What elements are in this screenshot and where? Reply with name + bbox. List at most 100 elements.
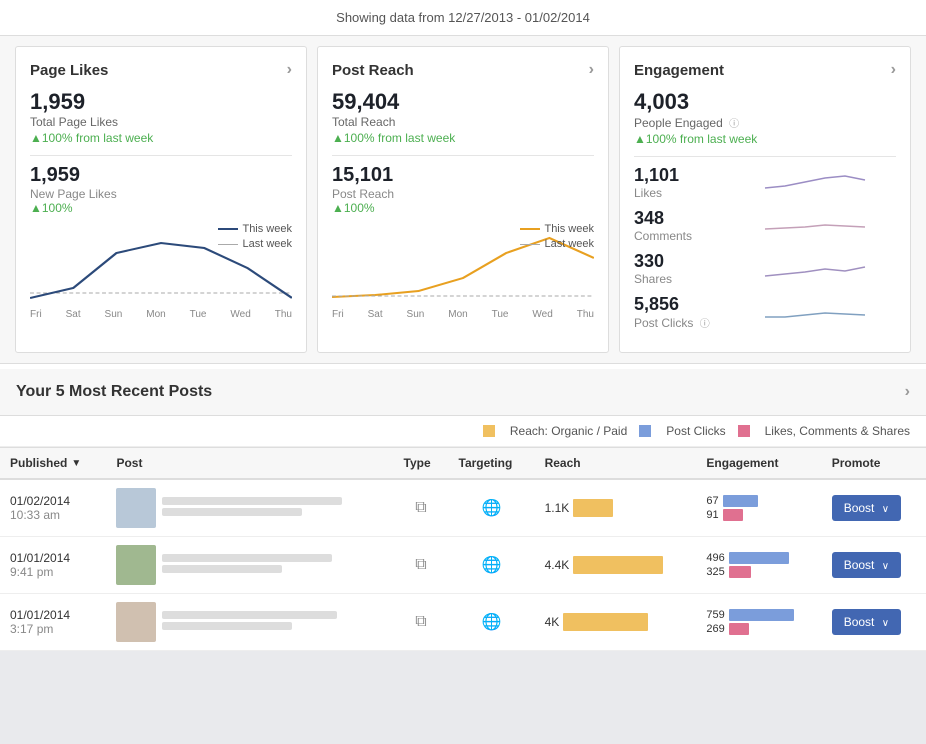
targeting-globe-icon-1: 🌐 xyxy=(459,498,525,518)
type-header: Type xyxy=(394,448,449,480)
posts-legend-bar: Reach: Organic / Paid Post Clicks Likes,… xyxy=(0,416,926,447)
recent-posts-arrow-icon[interactable]: › xyxy=(905,383,910,401)
total-page-likes-number: 1,959 xyxy=(30,89,292,115)
reach-cell-2: 4.4K xyxy=(535,537,697,594)
this-week-line-icon xyxy=(218,228,238,230)
post-reach-label: Post Reach xyxy=(332,187,594,201)
published-sort-icon: ▼ xyxy=(71,458,81,469)
published-cell-2: 01/01/2014 9:41 pm xyxy=(0,537,106,594)
post-reach-change: ▲100% xyxy=(332,201,594,215)
targeting-cell-3: 🌐 xyxy=(449,594,535,651)
table-row: 01/01/2014 9:41 pm ⧉ xyxy=(0,537,926,594)
post-reach-number: 15,101 xyxy=(332,164,594,187)
reach-bar-3 xyxy=(563,613,648,631)
likes-comments-shares-legend-label: Likes, Comments & Shares xyxy=(765,424,910,438)
date-range-text: Showing data from 12/27/2013 - 01/02/201… xyxy=(336,10,590,25)
promote-header: Promote xyxy=(822,448,926,480)
promote-cell-3: Boost ∨ xyxy=(822,594,926,651)
reach-bar-1 xyxy=(573,499,613,517)
post-clicks-legend-label: Post Clicks xyxy=(666,424,725,438)
people-engaged-change: ▲100% from last week xyxy=(634,132,896,146)
likes-mini-chart xyxy=(734,168,896,198)
targeting-cell-2: 🌐 xyxy=(449,537,535,594)
eng-bar-blue-1 xyxy=(723,495,758,507)
date-range-header: Showing data from 12/27/2013 - 01/02/201… xyxy=(0,0,926,36)
eng-bar-blue-3 xyxy=(729,609,794,621)
eng-top-value-3: 759 xyxy=(706,609,724,621)
shares-row: 330 Shares xyxy=(634,251,896,286)
page-likes-title: Page Likes › xyxy=(30,61,292,79)
post-thumbnail-1 xyxy=(116,488,156,528)
published-cell-1: 01/02/2014 10:33 am xyxy=(0,479,106,537)
shares-number: 330 xyxy=(634,251,734,272)
engagement-card: Engagement › 4,003 People Engaged ⓘ ▲100… xyxy=(619,46,911,353)
post-clicks-legend-color xyxy=(639,425,651,437)
recent-posts-title: Your 5 Most Recent Posts xyxy=(16,383,212,401)
eng-bar-pink-3 xyxy=(729,623,749,635)
reach-cell-1: 1.1K xyxy=(535,479,697,537)
engagement-cell-1: 67 91 xyxy=(696,479,821,537)
stats-row: Page Likes › 1,959 Total Page Likes ▲100… xyxy=(0,36,926,364)
page-likes-card: Page Likes › 1,959 Total Page Likes ▲100… xyxy=(15,46,307,353)
post-clicks-row: 5,856 Post Clicks ⓘ xyxy=(634,294,896,330)
reach-legend-label: Reach: Organic / Paid xyxy=(510,424,627,438)
eng-top-value-1: 67 xyxy=(706,495,718,507)
boost-button-3[interactable]: Boost ∨ xyxy=(832,609,901,635)
eng-bar-blue-2 xyxy=(729,552,789,564)
boost-chevron-2: ∨ xyxy=(882,561,889,572)
published-cell-3: 01/01/2014 3:17 pm xyxy=(0,594,106,651)
targeting-cell-1: 🌐 xyxy=(449,479,535,537)
table-header-row: Published ▼ Post Type Targeting Reach En… xyxy=(0,448,926,480)
boost-button-2[interactable]: Boost ∨ xyxy=(832,552,901,578)
page-likes-x-axis: Fri Sat Sun Mon Tue Wed Thu xyxy=(30,309,292,320)
post-reach-card: Post Reach › 59,404 Total Reach ▲100% fr… xyxy=(317,46,609,353)
boost-button-1[interactable]: Boost ∨ xyxy=(832,495,901,521)
this-week-orange-icon xyxy=(520,228,540,230)
post-clicks-label: Post Clicks ⓘ xyxy=(634,315,734,330)
engagement-cell-2: 496 325 xyxy=(696,537,821,594)
post-clicks-info-icon: ⓘ xyxy=(700,319,710,330)
post-reach-last-week-icon xyxy=(520,244,540,245)
recent-posts-section: Your 5 Most Recent Posts › Reach: Organi… xyxy=(0,369,926,651)
this-week-label: This week xyxy=(242,223,292,235)
eng-bot-value-3: 269 xyxy=(706,623,724,635)
post-clicks-mini-chart xyxy=(734,297,896,327)
comments-number: 348 xyxy=(634,208,734,229)
recent-posts-header: Your 5 Most Recent Posts › xyxy=(0,369,926,416)
post-reach-arrow-icon[interactable]: › xyxy=(589,61,594,79)
table-row: 01/01/2014 3:17 pm ⧉ xyxy=(0,594,926,651)
engagement-arrow-icon[interactable]: › xyxy=(891,61,896,79)
type-cell-2: ⧉ xyxy=(394,537,449,594)
post-reach-x-axis: Fri Sat Sun Mon Tue Wed Thu xyxy=(332,309,594,320)
post-cell-1 xyxy=(106,479,393,537)
post-reach-legend: This week Last week xyxy=(520,223,594,250)
post-cell-2 xyxy=(106,537,393,594)
eng-top-value-2: 496 xyxy=(706,552,724,564)
total-page-likes-change: ▲100% from last week xyxy=(30,131,292,145)
boost-chevron-3: ∨ xyxy=(882,618,889,629)
last-week-line-icon xyxy=(218,244,238,245)
likes-legend-color xyxy=(738,425,750,437)
published-header[interactable]: Published ▼ xyxy=(0,448,106,480)
people-engaged-number: 4,003 xyxy=(634,89,896,115)
reach-value-2: 4.4K xyxy=(545,558,570,572)
reach-value-1: 1.1K xyxy=(545,501,570,515)
engagement-cell-3: 759 269 xyxy=(696,594,821,651)
eng-bar-pink-2 xyxy=(729,566,751,578)
total-reach-number: 59,404 xyxy=(332,89,594,115)
comments-mini-chart xyxy=(734,211,896,241)
engagement-title: Engagement › xyxy=(634,61,896,79)
reach-header: Reach xyxy=(535,448,697,480)
reach-value-3: 4K xyxy=(545,615,560,629)
table-row: 01/02/2014 10:33 am ⧉ xyxy=(0,479,926,537)
likes-number: 1,101 xyxy=(634,165,734,186)
post-reach-title: Post Reach › xyxy=(332,61,594,79)
reach-legend-color xyxy=(483,425,495,437)
page-likes-arrow-icon[interactable]: › xyxy=(287,61,292,79)
post-thumbnail-3 xyxy=(116,602,156,642)
type-cell-3: ⧉ xyxy=(394,594,449,651)
likes-label: Likes xyxy=(634,186,734,200)
comments-label: Comments xyxy=(634,229,734,243)
boost-chevron-1: ∨ xyxy=(882,504,889,515)
total-page-likes-label: Total Page Likes xyxy=(30,115,292,129)
